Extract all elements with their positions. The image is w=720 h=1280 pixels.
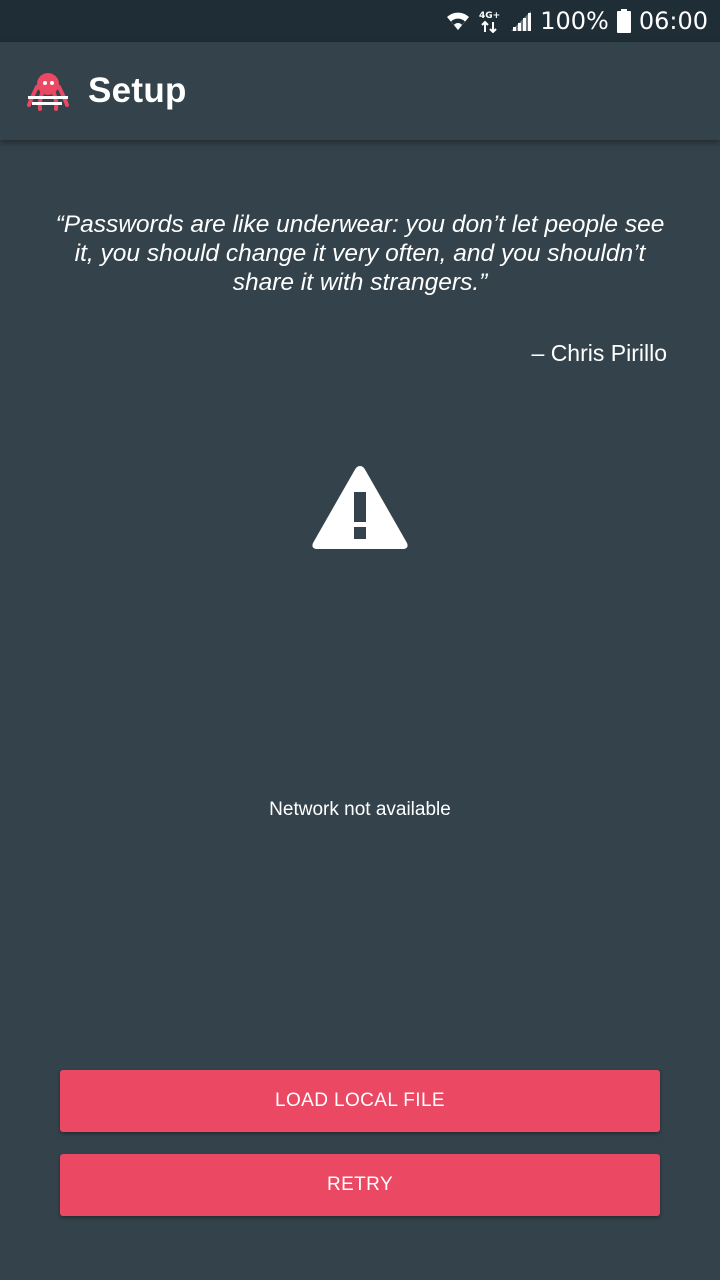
status-bar: 4G+ 100% 06:00 <box>0 0 720 42</box>
retry-button[interactable]: RETRY <box>60 1154 660 1216</box>
wifi-icon <box>446 10 470 32</box>
battery-icon <box>616 9 631 33</box>
battery-percent: 100% <box>540 7 609 35</box>
app-bar: Setup <box>0 42 720 140</box>
network-status-message: Network not available <box>269 799 451 820</box>
signal-icon <box>510 10 532 32</box>
mobile-data-icon: 4G+ <box>478 9 502 33</box>
warning-icon <box>308 462 412 554</box>
clock: 06:00 <box>638 7 708 35</box>
network-type-label: 4G+ <box>479 11 500 21</box>
octopus-logo-icon <box>26 69 70 113</box>
load-local-file-button[interactable]: LOAD LOCAL FILE <box>60 1070 660 1132</box>
page-title: Setup <box>88 71 187 110</box>
quote-author: – Chris Pirillo <box>531 340 667 366</box>
quote-text: “Passwords are like underwear: you don’t… <box>55 211 665 296</box>
